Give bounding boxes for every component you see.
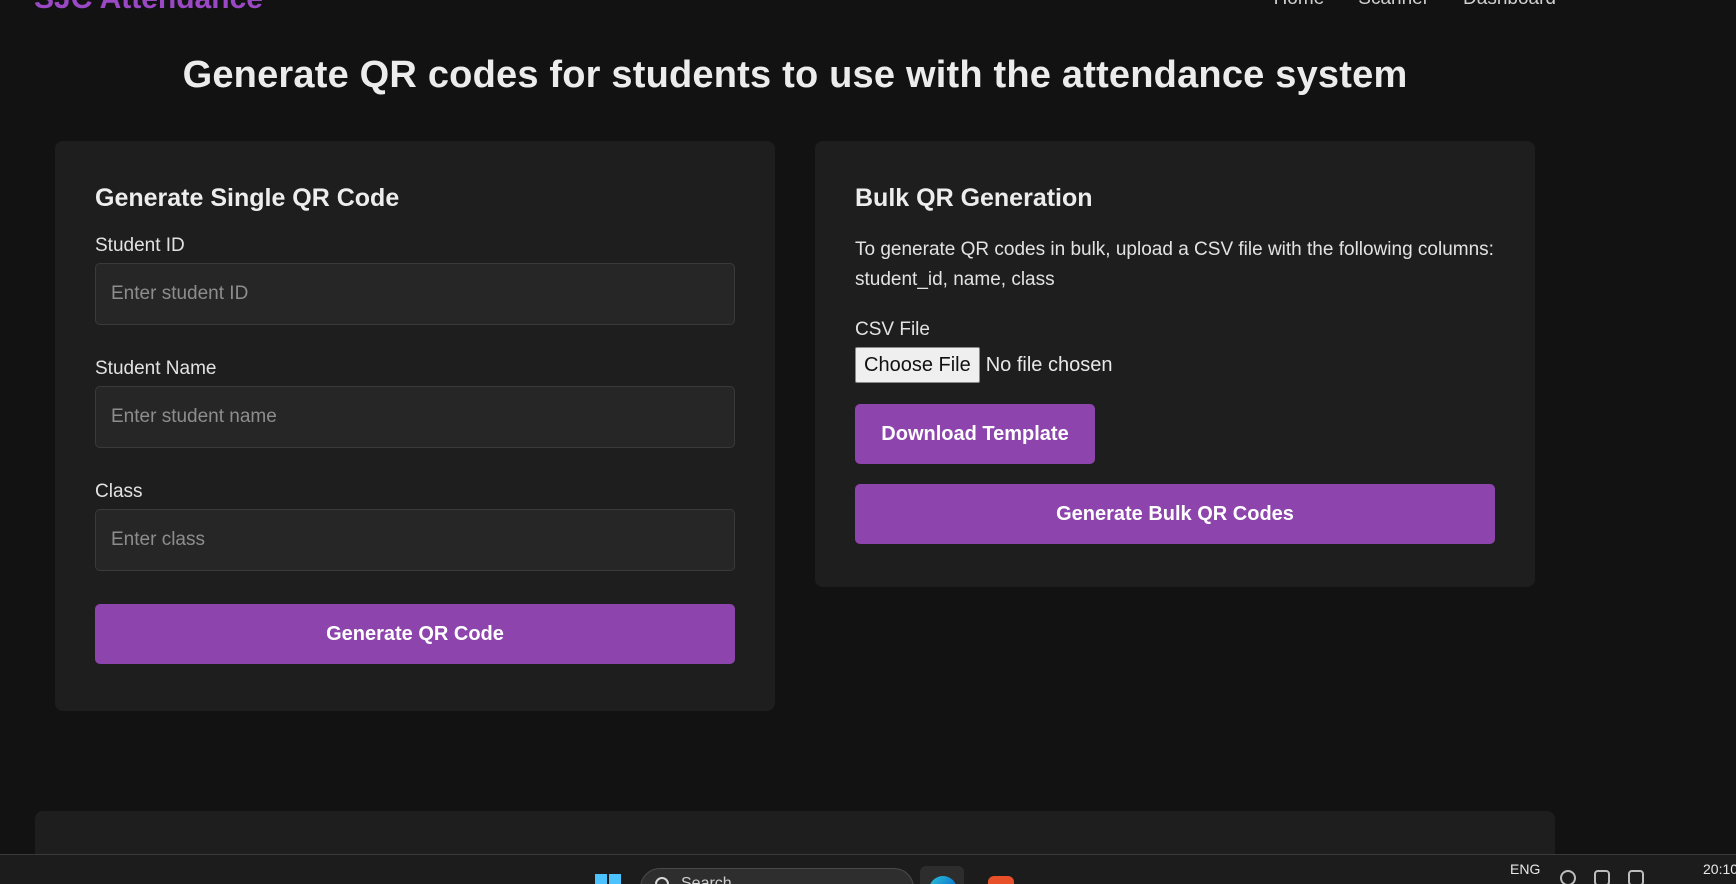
taskbar-app-edge[interactable] bbox=[920, 866, 964, 884]
class-input[interactable] bbox=[95, 509, 735, 571]
nav-link-home[interactable]: Home bbox=[1274, 0, 1325, 10]
taskbar: Search ENG 20:10 bbox=[0, 854, 1736, 884]
bulk-qr-card-title: Bulk QR Generation bbox=[855, 184, 1093, 212]
csv-file-label: CSV File bbox=[855, 319, 930, 340]
battery-icon[interactable] bbox=[1628, 870, 1644, 884]
search-icon bbox=[655, 877, 669, 884]
class-label: Class bbox=[95, 481, 143, 502]
nav-links: Home Scanner Dashboard bbox=[1274, 0, 1556, 10]
generate-bulk-qr-button[interactable]: Generate Bulk QR Codes bbox=[855, 484, 1495, 544]
wifi-icon[interactable] bbox=[1560, 870, 1576, 884]
student-id-input[interactable] bbox=[95, 263, 735, 325]
nav-link-scanner[interactable]: Scanner bbox=[1358, 0, 1429, 10]
navbar: SJC Attendance Home Scanner Dashboard bbox=[0, 0, 1736, 15]
volume-icon[interactable] bbox=[1594, 870, 1610, 884]
system-tray bbox=[1560, 870, 1644, 884]
bulk-qr-card: Bulk QR Generation To generate QR codes … bbox=[815, 141, 1535, 587]
taskbar-clock[interactable]: 20:10 bbox=[1703, 861, 1736, 877]
student-name-input[interactable] bbox=[95, 386, 735, 448]
brave-browser-icon bbox=[988, 876, 1014, 884]
bulk-description: To generate QR codes in bulk, upload a C… bbox=[855, 239, 1494, 290]
taskbar-app-brave[interactable] bbox=[980, 866, 1024, 884]
language-indicator[interactable]: ENG bbox=[1510, 861, 1540, 877]
download-template-button[interactable]: Download Template bbox=[855, 404, 1095, 464]
student-name-label: Student Name bbox=[95, 358, 217, 379]
single-qr-card: Generate Single QR Code Student ID Stude… bbox=[55, 141, 775, 711]
taskbar-search-text: Search bbox=[681, 875, 732, 884]
taskbar-search-box[interactable]: Search bbox=[640, 868, 914, 884]
choose-file-button[interactable]: Choose File bbox=[855, 347, 980, 383]
page: SJC Attendance Home Scanner Dashboard Ge… bbox=[0, 0, 1736, 884]
single-qr-card-title: Generate Single QR Code bbox=[95, 184, 400, 212]
windows-start-icon[interactable] bbox=[593, 872, 623, 884]
student-id-label: Student ID bbox=[95, 235, 185, 256]
page-title: Generate QR codes for students to use wi… bbox=[182, 54, 1408, 96]
generate-qr-button[interactable]: Generate QR Code bbox=[95, 604, 735, 664]
file-status-text: No file chosen bbox=[985, 353, 1113, 376]
brand-logo-text[interactable]: SJC Attendance bbox=[34, 0, 263, 16]
csv-file-input: Choose File No file chosen bbox=[855, 347, 1495, 383]
nav-link-dashboard[interactable]: Dashboard bbox=[1463, 0, 1556, 10]
edge-browser-icon bbox=[929, 876, 957, 884]
